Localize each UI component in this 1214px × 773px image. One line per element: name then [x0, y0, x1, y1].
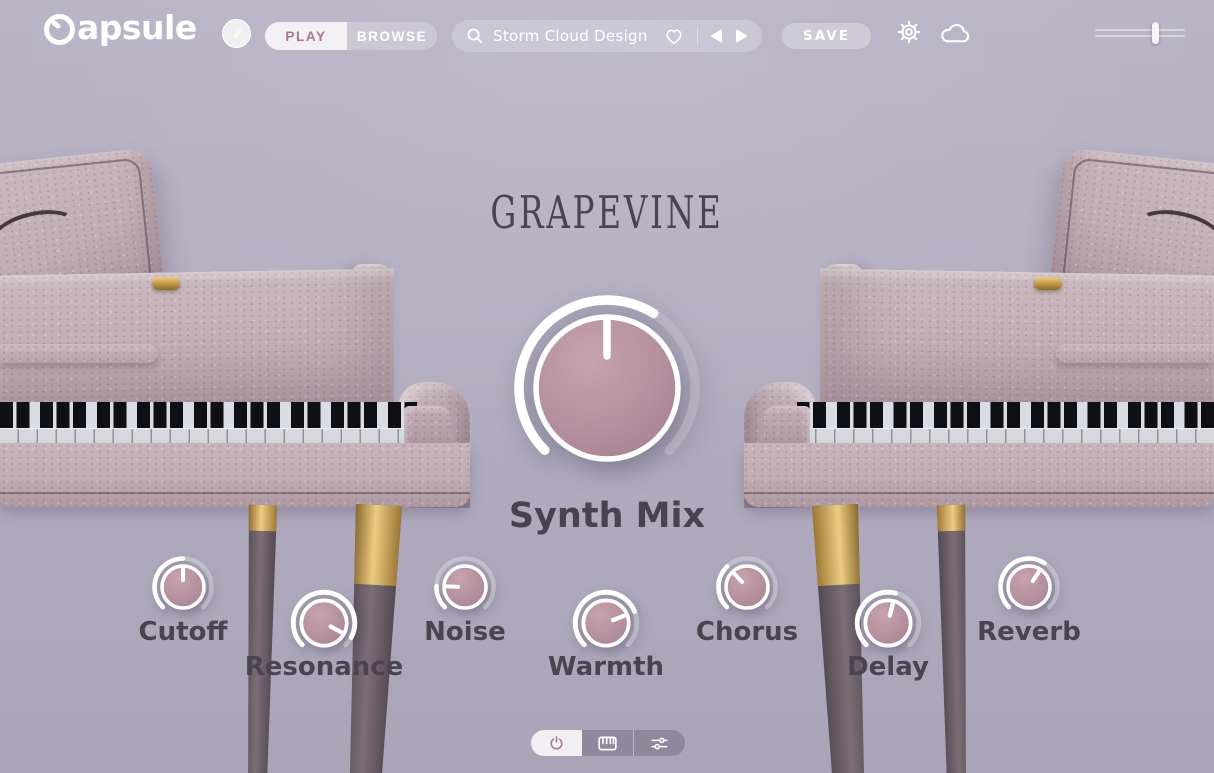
divider	[697, 27, 698, 45]
power-icon	[548, 735, 565, 752]
pencil-icon	[229, 24, 244, 44]
edit-preset-button[interactable]	[222, 19, 251, 48]
capsule-logo-c-icon	[44, 14, 75, 45]
piano-gold-hinge	[1034, 277, 1062, 290]
slider-handle[interactable]	[1152, 22, 1159, 44]
triangle-left-icon	[710, 29, 723, 43]
play-browse-toggle: PLAY BROWSE	[265, 22, 437, 50]
output-volume-slider[interactable]	[1095, 22, 1185, 44]
piano-fallboard-ledge	[1056, 344, 1214, 363]
prev-preset-button[interactable]	[704, 29, 729, 43]
search-icon	[465, 26, 485, 46]
next-preset-button[interactable]	[729, 29, 754, 43]
heart-outline-icon	[663, 26, 685, 46]
settings-button[interactable]	[896, 19, 922, 45]
knob-warmth[interactable]	[565, 582, 647, 664]
preset-name[interactable]: Storm Cloud Design	[493, 27, 657, 45]
keyboard-view-button[interactable]	[582, 730, 633, 756]
piano-keyboard	[0, 402, 417, 447]
capsule-logo-text: apsule	[77, 11, 197, 44]
knob-chorus[interactable]	[709, 549, 785, 625]
piano-keys-icon	[597, 735, 618, 752]
main-knob-area: Synth Mix	[507, 288, 707, 536]
cloud-icon	[939, 21, 973, 45]
knob-resonance[interactable]	[283, 582, 365, 664]
piano-gold-hinge	[152, 277, 180, 290]
main-knob-label: Synth Mix	[507, 496, 707, 536]
piano-fallboard-ledge	[0, 344, 158, 363]
gear-icon	[896, 19, 922, 45]
piano-leg-gold-cap	[935, 505, 968, 532]
piano-black-keys	[0, 402, 417, 428]
cloud-sync-button[interactable]	[939, 21, 973, 45]
slider-track	[1095, 35, 1185, 37]
save-button[interactable]: SAVE	[782, 23, 871, 49]
knob-reverb[interactable]	[991, 549, 1067, 625]
knob-item-resonance: Resonance	[264, 582, 384, 682]
piano-body-top	[0, 269, 394, 412]
synth-mix-knob[interactable]	[507, 288, 707, 488]
view-toggle	[531, 730, 685, 756]
effect-knob-row: Cutoff Resonance Noise Warmth Chorus Del…	[123, 549, 1089, 682]
knob-item-cutoff: Cutoff	[123, 549, 243, 682]
piano-body-top	[820, 269, 1214, 412]
capsule-logo: apsule	[44, 11, 197, 45]
knob-noise[interactable]	[427, 549, 503, 625]
knob-item-reverb: Reverb	[969, 549, 1089, 682]
power-view-button[interactable]	[531, 730, 582, 756]
knob-delay[interactable]	[847, 582, 929, 664]
knob-item-chorus: Chorus	[687, 549, 807, 682]
mixer-view-button[interactable]	[633, 730, 685, 756]
knob-item-warmth: Warmth	[546, 582, 666, 682]
knob-cutoff[interactable]	[145, 549, 221, 625]
tab-browse[interactable]: BROWSE	[347, 22, 437, 50]
slider-track	[1095, 29, 1185, 31]
instrument-title: GRAPEVINE	[0, 186, 1214, 239]
favorite-button[interactable]	[657, 26, 691, 46]
tab-play[interactable]: PLAY	[265, 22, 347, 50]
piano-leg-gold-cap	[246, 505, 279, 532]
top-bar: apsule PLAY BROWSE Storm Cloud Design	[0, 0, 1214, 56]
piano-keyboard	[797, 402, 1214, 447]
preset-search-bar[interactable]: Storm Cloud Design	[452, 20, 762, 52]
piano-body-front	[744, 443, 1214, 507]
mixer-sliders-icon	[650, 735, 669, 752]
triangle-right-icon	[735, 29, 748, 43]
knob-item-noise: Noise	[405, 549, 525, 682]
piano-body-front	[0, 443, 470, 507]
piano-black-keys	[797, 402, 1214, 428]
knob-item-delay: Delay	[828, 582, 948, 682]
plugin-window: apsule PLAY BROWSE Storm Cloud Design	[0, 0, 1214, 773]
